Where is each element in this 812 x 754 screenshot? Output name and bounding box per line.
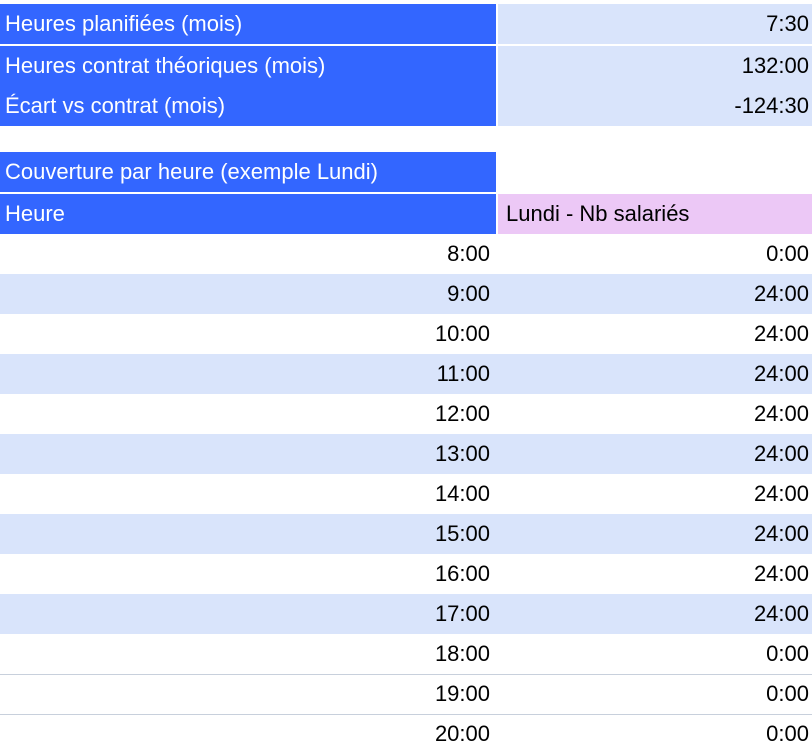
hour-cell[interactable]: 19:00 — [0, 674, 496, 714]
summary-row-gap: Écart vs contrat (mois) -124:30 — [0, 86, 812, 126]
hour-cell[interactable]: 8:00 — [0, 234, 496, 274]
table-row: 17:00 24:00 — [0, 594, 812, 634]
count-cell[interactable]: 24:00 — [498, 394, 812, 434]
hour-cell[interactable]: 13:00 — [0, 434, 496, 474]
summary-row-planned: Heures planifiées (mois) 7:30 — [0, 4, 812, 44]
table-row: 10:00 24:00 — [0, 314, 812, 355]
summary-value[interactable]: -124:30 — [498, 86, 812, 126]
table-row: 8:00 0:00 — [0, 234, 812, 275]
coverage-section-title[interactable]: Couverture par heure (exemple Lundi) — [0, 152, 496, 192]
hour-cell[interactable]: 12:00 — [0, 394, 496, 434]
table-row: 18:00 0:00 — [0, 634, 812, 675]
summary-row-contract: Heures contrat théoriques (mois) 132:00 — [0, 46, 812, 86]
hour-cell[interactable]: 10:00 — [0, 314, 496, 354]
table-row: 13:00 24:00 — [0, 434, 812, 474]
hour-cell[interactable]: 15:00 — [0, 514, 496, 554]
count-cell[interactable]: 24:00 — [498, 274, 812, 314]
count-cell[interactable]: 0:00 — [498, 674, 812, 714]
column-header-heure[interactable]: Heure — [0, 194, 496, 234]
coverage-title-row: Couverture par heure (exemple Lundi) — [0, 152, 812, 192]
table-row: 12:00 24:00 — [0, 394, 812, 435]
hour-cell[interactable]: 20:00 — [0, 714, 496, 754]
hour-cell[interactable]: 11:00 — [0, 354, 496, 394]
table-row: 20:00 0:00 — [0, 714, 812, 750]
table-row: 19:00 0:00 — [0, 674, 812, 715]
hour-cell[interactable]: 9:00 — [0, 274, 496, 314]
summary-label[interactable]: Heures contrat théoriques (mois) — [0, 46, 496, 86]
coverage-header-row: Heure Lundi - Nb salariés — [0, 194, 812, 234]
table-row: 14:00 24:00 — [0, 474, 812, 515]
table-row: 9:00 24:00 — [0, 274, 812, 314]
count-cell[interactable]: 24:00 — [498, 514, 812, 554]
count-cell[interactable]: 0:00 — [498, 234, 812, 274]
count-cell[interactable]: 0:00 — [498, 714, 812, 754]
hour-cell[interactable]: 18:00 — [0, 634, 496, 674]
count-cell[interactable]: 24:00 — [498, 594, 812, 634]
count-cell[interactable]: 24:00 — [498, 554, 812, 594]
summary-label[interactable]: Heures planifiées (mois) — [0, 4, 496, 44]
count-cell[interactable]: 24:00 — [498, 314, 812, 354]
hour-cell[interactable]: 14:00 — [0, 474, 496, 514]
table-row: 11:00 24:00 — [0, 354, 812, 394]
hour-cell[interactable]: 17:00 — [0, 594, 496, 634]
hour-cell[interactable]: 16:00 — [0, 554, 496, 594]
count-cell[interactable]: 24:00 — [498, 474, 812, 514]
count-cell[interactable]: 0:00 — [498, 634, 812, 674]
count-cell[interactable]: 24:00 — [498, 354, 812, 394]
column-header-lundi[interactable]: Lundi - Nb salariés — [498, 194, 812, 234]
count-cell[interactable]: 24:00 — [498, 434, 812, 474]
table-row: 15:00 24:00 — [0, 514, 812, 554]
summary-value[interactable]: 132:00 — [498, 46, 812, 86]
summary-label[interactable]: Écart vs contrat (mois) — [0, 86, 496, 126]
summary-value[interactable]: 7:30 — [498, 4, 812, 44]
table-row: 16:00 24:00 — [0, 554, 812, 595]
